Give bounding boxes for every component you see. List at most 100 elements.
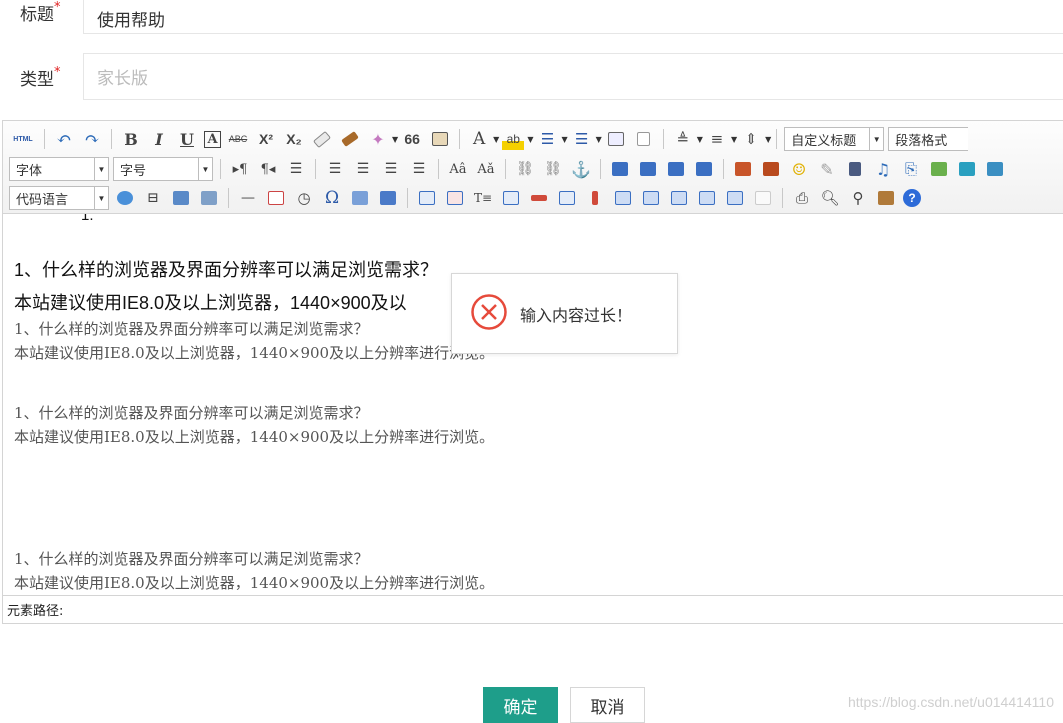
image-none-icon[interactable] [609,158,631,180]
template-icon[interactable] [170,187,192,209]
bold-button[interactable]: B [120,128,142,150]
font-family-select[interactable]: 字体 ▼ [9,157,109,181]
magic-wand-icon[interactable]: ✦ [367,128,389,150]
split-rows-icon[interactable] [696,187,718,209]
align-right-icon[interactable]: ☰ [380,158,402,180]
title-label: 标题* [20,0,61,25]
content-question: 1、什么样的浏览器及界面分辨率可以满足浏览需求？ [14,260,439,280]
emotion-icon[interactable]: ☺ [788,158,810,180]
clear-doc-icon[interactable] [633,128,655,150]
redo-icon[interactable]: ↷ [81,128,103,150]
toolbar-separator [723,159,724,179]
unordered-list-icon[interactable]: ☰ [571,128,593,150]
insert-col-icon[interactable] [556,187,578,209]
align-left-icon[interactable]: ☰ [324,158,346,180]
superscript-button[interactable]: X² [255,128,277,150]
delete-table-icon[interactable] [444,187,466,209]
insert-table-icon[interactable] [416,187,438,209]
wordimage-icon[interactable] [349,187,371,209]
align-center-icon[interactable]: ☰ [352,158,374,180]
title-input[interactable]: 使用帮助 [83,0,1063,34]
split-cols-icon[interactable] [724,187,746,209]
subscript-button[interactable]: X₂ [283,128,305,150]
cancel-button[interactable]: 取消 [570,687,645,723]
format-brush-icon[interactable] [339,128,361,150]
unlink-icon[interactable]: ⛓ [542,158,564,180]
lowercase-icon[interactable]: Aǎ [475,158,497,180]
dropdown-arrow-icon: ▼ [527,134,534,144]
time-icon[interactable]: ◷ [293,187,315,209]
pagebreak-icon[interactable]: ⊟ [142,187,164,209]
ltr-icon[interactable]: ▸¶ [229,158,251,180]
webapp-icon[interactable] [114,187,136,209]
indent-icon[interactable]: ☰ [285,158,307,180]
row-spacing-top-icon[interactable]: ≜ [672,128,694,150]
help-icon[interactable]: ? [903,189,921,207]
type-select[interactable]: 家长版 [83,53,1063,100]
map-icon[interactable] [928,158,950,180]
draft-icon[interactable] [875,187,897,209]
link-icon[interactable]: ⛓ [514,158,536,180]
merge-cells-icon[interactable] [612,187,634,209]
video-icon[interactable] [844,158,866,180]
underline-button[interactable]: U [176,128,198,150]
insert-image-icon[interactable] [732,158,754,180]
watermark: https://blog.csdn.net/u014414110 [847,694,1054,710]
delete-col-icon[interactable] [584,187,606,209]
multi-image-icon[interactable] [760,158,782,180]
scrawl-icon[interactable]: ✎ [816,158,838,180]
paragraph-select[interactable]: 段落格式 [888,127,969,151]
code-language-label: 代码语言 [16,191,69,207]
anchor-icon[interactable]: ⚓ [570,158,592,180]
eraser-icon[interactable] [311,128,333,150]
snapscreen-icon[interactable] [377,187,399,209]
date-icon[interactable] [265,187,287,209]
special-char-icon[interactable]: Ω [321,187,343,209]
horizontal-rule-icon[interactable]: — [237,187,259,209]
code-language-select[interactable]: 代码语言 ▼ [9,186,109,210]
row-spacing-bottom-icon[interactable]: ≡ [706,128,728,150]
font-color-button[interactable]: A [468,128,490,150]
frame-icon[interactable] [984,158,1006,180]
content-answer: 本站建议使用IE8.0及以上浏览器，1440×900及以上分辨率进行浏览。 [14,574,495,592]
insert-row-icon[interactable] [500,187,522,209]
gmap-icon[interactable] [956,158,978,180]
content-fragment: 1. [81,214,94,224]
italic-button[interactable]: I [148,128,170,150]
image-right-icon[interactable] [665,158,687,180]
search-replace-icon[interactable]: ⚲ [847,187,869,209]
align-justify-icon[interactable]: ☰ [408,158,430,180]
chart-icon[interactable] [752,187,774,209]
merge-down-icon[interactable] [668,187,690,209]
highlight-icon[interactable]: ab [502,128,525,150]
music-icon[interactable]: ♫ [872,158,894,180]
paragraph-label: 段落格式 [895,132,948,148]
source-html-button[interactable]: HTML [10,128,36,150]
chevron-down-icon: ▼ [94,187,108,209]
paste-plain-icon[interactable] [429,128,451,150]
undo-icon[interactable]: ↶ [53,128,75,150]
merge-right-icon[interactable] [640,187,662,209]
blockquote-button[interactable]: 66 [401,128,423,150]
uppercase-icon[interactable]: Aâ [447,158,469,180]
ordered-list-icon[interactable]: ☰ [536,128,558,150]
image-center-icon[interactable] [693,158,715,180]
image-left-icon[interactable] [637,158,659,180]
confirm-button[interactable]: 确定 [483,687,558,723]
attachment-icon[interactable]: ⎘ [900,158,922,180]
font-size-select[interactable]: 字号 ▼ [113,157,213,181]
editor-content[interactable]: 1. 1、什么样的浏览器及界面分辨率可以满足浏览需求？ 本站建议使用IE8.0及… [3,214,1063,592]
print-icon[interactable]: ⎙ [791,187,813,209]
delete-row-icon[interactable] [528,187,550,209]
line-height-icon[interactable]: ⇕ [740,128,762,150]
insert-paragraph-table-icon[interactable]: T≡ [472,187,494,209]
select-all-icon[interactable] [605,128,627,150]
strikethrough-button[interactable]: ABC [227,128,249,150]
rtl-icon[interactable]: ¶◂ [257,158,279,180]
dropdown-arrow-icon: ▼ [765,134,772,144]
custom-title-select[interactable]: 自定义标题 ▼ [784,127,885,151]
preview-icon[interactable]: 🔍︎ [819,187,841,209]
toolbar-separator [111,129,112,149]
font-border-button[interactable]: A [204,130,221,148]
background-icon[interactable] [198,187,220,209]
